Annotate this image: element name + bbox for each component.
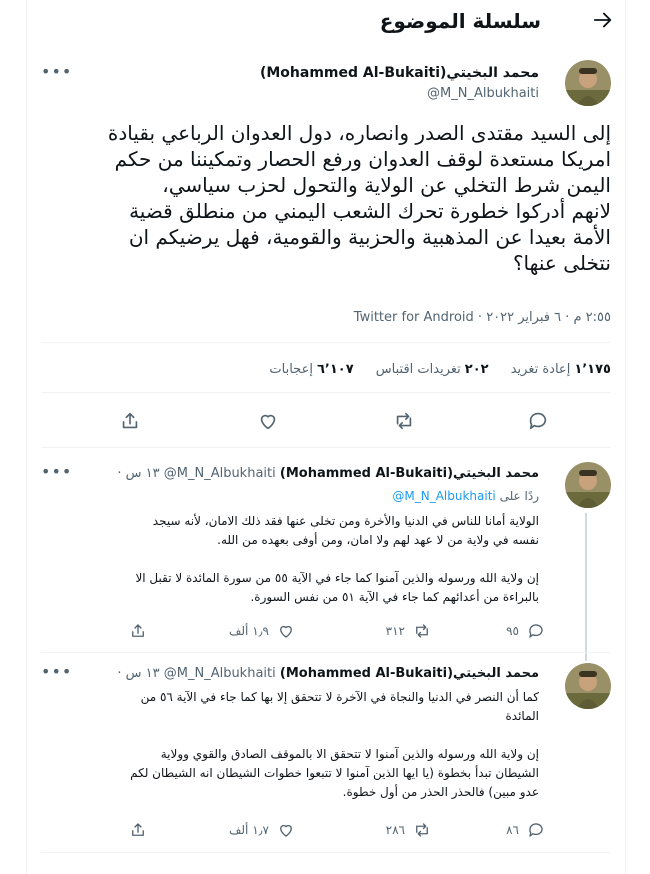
divider [41,652,611,653]
more-options-icon[interactable]: ••• [41,662,72,681]
share-icon[interactable] [129,622,147,640]
author-handle[interactable]: @M_N_Albukhaiti [427,86,539,101]
replying-to: ردًا على @M_N_Albukhaiti [392,489,539,503]
divider [41,447,611,448]
tweet-meta[interactable]: ٢:٥٥ م · ٦ فبراير ٢٠٢٢ · Twitter for And… [354,310,611,325]
page-title: سلسلة الموضوع [379,9,541,33]
like-button[interactable]: ١٫٩ ألف [229,622,295,640]
author-name[interactable]: محمد البخيتي(Mohammed Al-Bukaiti) [280,466,539,481]
thread-line [585,513,587,661]
thread-column: سلسلة الموضوع محمد البخيتي(Mohammed Al-B… [26,0,626,874]
reply-icon [529,823,543,837]
divider [41,852,611,853]
like-icon[interactable] [257,410,279,432]
author-name[interactable]: محمد البخيتي(Mohammed Al-Bukaiti) [280,666,539,681]
like-icon [280,625,292,638]
retweet-icon [416,823,428,837]
avatar[interactable] [565,462,611,508]
avatar[interactable] [565,60,611,106]
tweet-stats: ١٬١٧٥إعادة تغريد ٢٠٢تغريدات اقتباس ٦٬١٠٧… [251,362,611,377]
reply-text: الولاية أمانا للناس في الدنيا والأخرة وم… [135,514,539,604]
reply-icon [529,624,543,638]
like-icon [280,824,292,837]
replying-to-link[interactable]: @M_N_Albukhaiti [392,489,495,503]
likes-stat[interactable]: ٦٬١٠٧إعجابات [269,362,353,377]
reply-icon[interactable] [527,410,549,432]
retweets-stat[interactable]: ١٬١٧٥إعادة تغريد [511,362,611,377]
reply-text: كما أن النصر في الدنيا والنجاة في الآخرة… [130,690,539,799]
reply-time[interactable]: ١٣ س · [117,466,159,481]
retweet-icon[interactable] [393,410,415,432]
divider [41,342,611,343]
reply-button[interactable]: ٩٥ [506,622,545,640]
tweet-text: إلى السيد مقتدى الصدر وانصاره، دول العدو… [107,121,611,275]
author-name[interactable]: محمد البخيتي(Mohammed Al-Bukaiti) [260,65,539,81]
quotes-stat[interactable]: ٢٠٢تغريدات اقتباس [376,362,489,377]
more-options-icon[interactable]: ••• [41,462,72,481]
retweet-button[interactable]: ٣١٢ [386,622,431,640]
share-icon[interactable] [129,821,147,839]
like-button[interactable]: ١٫٧ ألف [229,821,295,839]
back-arrow-icon[interactable] [592,9,614,36]
divider [41,392,611,393]
reply-time[interactable]: ١٣ س · [117,666,159,681]
retweet-button[interactable]: ٢٨٦ [386,821,431,839]
share-icon[interactable] [119,410,141,432]
reply-button[interactable]: ٨٦ [506,821,545,839]
reply-header: محمد البخيتي(Mohammed Al-Bukaiti) @M_N_A… [117,466,539,481]
retweet-icon [416,624,428,638]
more-options-icon[interactable]: ••• [41,62,72,81]
reply-header: محمد البخيتي(Mohammed Al-Bukaiti) @M_N_A… [117,666,539,681]
author-handle[interactable]: @M_N_Albukhaiti [164,666,276,681]
thread-header: سلسلة الموضوع [27,0,625,46]
avatar[interactable] [565,663,611,709]
author-handle[interactable]: @M_N_Albukhaiti [164,466,276,481]
